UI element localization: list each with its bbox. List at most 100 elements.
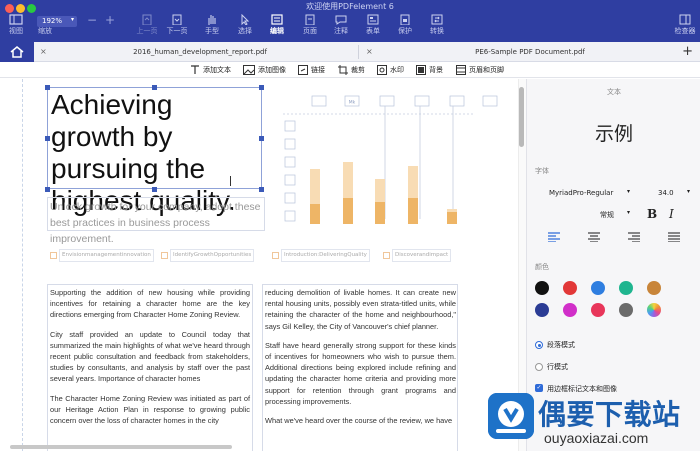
color-swatch[interactable]: [535, 281, 549, 295]
chart-top-label: Mk: [349, 100, 356, 106]
resize-handle[interactable]: [45, 85, 50, 90]
chart-top-box: [311, 95, 327, 107]
vertical-scrollbar[interactable]: [519, 87, 524, 147]
toolbar-hand[interactable]: 手型: [197, 14, 227, 40]
toolbar-label: 转换: [430, 27, 444, 35]
chart-bar-dark: [343, 198, 353, 224]
color-swatch[interactable]: [535, 303, 549, 317]
watermark-button[interactable]: 水印: [377, 64, 404, 76]
chart-axis-box: [284, 138, 296, 150]
tag-item[interactable]: IdentifyGrowthOpportunities: [161, 249, 255, 262]
toolbar-view[interactable]: 视图: [1, 14, 31, 40]
tag-item[interactable]: Envisionmanagementinnovation: [50, 249, 154, 262]
align-left-icon[interactable]: [548, 232, 560, 242]
background-icon: [416, 65, 426, 75]
tab-document-1[interactable]: 2016_human_development_report.pdf: [50, 42, 350, 62]
color-swatch[interactable]: [647, 281, 661, 295]
font-family-select[interactable]: MyriadPro-Regular: [549, 189, 613, 197]
resize-handle[interactable]: [45, 136, 50, 141]
paragraph-mode-radio[interactable]: [535, 341, 543, 349]
tag-label: Envisionmanagementinnovation: [59, 249, 154, 262]
chart-axis-box: [284, 210, 296, 222]
crop-button[interactable]: 裁剪: [338, 64, 365, 76]
toolbar-label: 编辑: [270, 27, 284, 35]
align-right-icon[interactable]: [628, 232, 640, 242]
edit-toolbar-label: 添加图像: [258, 66, 286, 74]
app-title: 欢迎使用PDFelement 6: [306, 2, 394, 11]
zoom-out-button[interactable]: −: [87, 13, 97, 27]
bold-button[interactable]: B: [647, 207, 657, 221]
header-footer-icon: [456, 65, 466, 75]
tab-document-2[interactable]: PE6-Sample PDF Document.pdf: [380, 42, 680, 62]
tab-divider: [358, 45, 359, 59]
tag-icon: [50, 252, 57, 259]
toolbar-protect[interactable]: 保护: [390, 14, 420, 40]
align-justify-icon[interactable]: [668, 232, 680, 242]
title-toolbar: 欢迎使用PDFelement 6 192% ▾ − + 视图 缩放 上一页 下一…: [0, 0, 700, 42]
chart-graphic[interactable]: Mk: [275, 91, 505, 241]
tab-close-button[interactable]: ×: [366, 42, 373, 62]
right-column[interactable]: reducing demolition of livable homes. It…: [265, 287, 456, 434]
toolbar-form[interactable]: 表单: [358, 14, 388, 40]
toolbar-next-page[interactable]: 下一页: [162, 14, 192, 40]
home-tab[interactable]: [0, 42, 34, 62]
edit-toolbar-label: 页眉和页脚: [469, 66, 504, 74]
edit-icon: [271, 14, 283, 25]
toolbar-comment[interactable]: 注释: [326, 14, 356, 40]
tag-item[interactable]: Introduction:DeliveringQuality: [272, 249, 370, 262]
paragraph[interactable]: reducing demolition of livable homes. It…: [265, 287, 456, 332]
color-swatch[interactable]: [619, 281, 633, 295]
edit-toolbar-label: 添加文本: [203, 66, 231, 74]
toolbar-convert[interactable]: 转换: [422, 14, 452, 40]
document-canvas: Achieving growth by pursuing the highest…: [0, 79, 518, 451]
color-swatch[interactable]: [563, 281, 577, 295]
paragraph[interactable]: Staff have heard generally strong suppor…: [265, 340, 456, 407]
chart-bar-light: [375, 179, 385, 202]
tag-item[interactable]: Discoverandimpact: [383, 249, 452, 262]
resize-handle[interactable]: [45, 187, 50, 192]
toolbar-select[interactable]: 选择: [230, 14, 260, 40]
chevron-down-icon: ▾: [627, 188, 631, 195]
new-tab-button[interactable]: +: [682, 42, 693, 62]
link-button[interactable]: 链接: [298, 64, 325, 76]
line-mode-label: 行模式: [547, 363, 568, 371]
zoom-in-button[interactable]: +: [105, 13, 115, 27]
toolbar-page[interactable]: 页面: [295, 14, 325, 40]
header-footer-button[interactable]: 页眉和页脚: [456, 64, 504, 76]
left-column[interactable]: Supporting the addition of new housing w…: [50, 287, 250, 434]
add-text-button[interactable]: 添加文本: [190, 64, 231, 76]
chart-bar-dark: [447, 212, 457, 224]
mark-checkbox[interactable]: ✓: [535, 384, 543, 392]
line-mode-radio[interactable]: [535, 363, 543, 371]
tab-close-button[interactable]: ×: [40, 42, 47, 62]
color-swatch[interactable]: [591, 303, 605, 317]
horizontal-scrollbar[interactable]: [10, 445, 232, 449]
toolbar-inspector[interactable]: 检查器: [670, 14, 700, 40]
protect-icon: [400, 14, 410, 25]
toolbar-zoom[interactable]: 缩放: [30, 14, 60, 40]
font-preview: 示例: [594, 123, 633, 145]
toolbar-edit[interactable]: 编辑: [262, 14, 292, 40]
chart-bar-light: [447, 209, 457, 212]
toolbar-prev-page[interactable]: 上一页: [132, 14, 162, 40]
toolbar-label: 视图: [9, 27, 23, 35]
paragraph[interactable]: Supporting the addition of new housing w…: [50, 287, 250, 321]
add-image-button[interactable]: 添加图像: [243, 64, 286, 76]
color-swatch[interactable]: [591, 281, 605, 295]
align-center-icon[interactable]: [588, 232, 600, 242]
subtitle-text[interactable]: Unlock growth for your company, adopt th…: [47, 197, 265, 245]
chart-axis-box: [284, 174, 296, 186]
chart-bar-light: [408, 166, 418, 198]
color-swatch[interactable]: [647, 303, 661, 317]
background-button[interactable]: 背景: [416, 64, 443, 76]
font-size-select[interactable]: 34.0: [658, 189, 674, 197]
italic-button[interactable]: I: [669, 207, 674, 221]
color-swatch[interactable]: [619, 303, 633, 317]
toolbar-label: 选择: [238, 27, 252, 35]
color-swatch[interactable]: [563, 303, 577, 317]
paragraph[interactable]: What we've heard over the course of the …: [265, 415, 456, 426]
font-style-select[interactable]: 常规: [600, 210, 614, 220]
tag-icon: [383, 252, 390, 259]
paragraph[interactable]: The Character Home Zoning Review was ini…: [50, 393, 250, 427]
paragraph[interactable]: City staff provided an update to Council…: [50, 329, 250, 385]
